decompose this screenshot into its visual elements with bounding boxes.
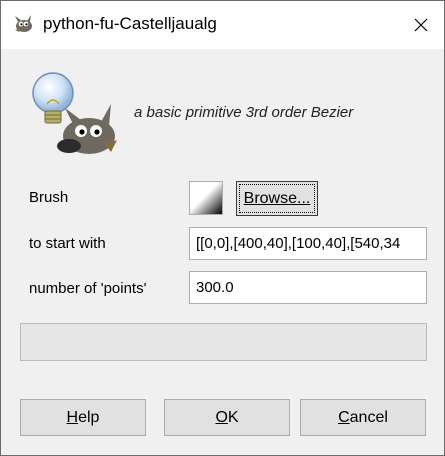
plugin-description: a basic primitive 3rd order Bezier [134, 104, 354, 121]
help-label-rest: elp [78, 408, 100, 426]
browse-button[interactable]: Browse... [236, 181, 318, 216]
points-input[interactable]: 300.0 [189, 271, 427, 304]
ok-button[interactable]: OK [164, 399, 290, 436]
points-label: number of 'points' [29, 280, 147, 297]
progress-bar [20, 323, 427, 361]
brush-preview[interactable] [189, 181, 223, 215]
cancel-mnemonic: C [338, 408, 350, 426]
gimp-lightbulb-wilber-icon [32, 72, 117, 154]
help-button[interactable]: Help [20, 399, 146, 436]
close-button[interactable] [398, 1, 444, 49]
cancel-button[interactable]: Cancel [300, 399, 426, 436]
start-label: to start with [29, 235, 106, 252]
browse-button-label: Browse... [243, 189, 311, 207]
title-bar[interactable]: python-fu-Castelljaualg [1, 1, 444, 49]
brush-label: Brush [29, 189, 69, 206]
gimp-wilber-icon [15, 15, 32, 32]
help-mnemonic: H [66, 408, 79, 426]
window-title: python-fu-Castelljaualg [43, 14, 217, 33]
close-icon [414, 18, 428, 32]
cancel-label-rest: ancel [349, 408, 388, 426]
ok-mnemonic: O [215, 408, 228, 426]
ok-label-rest: K [227, 408, 239, 426]
dialog-window: python-fu-Castelljaualg a basic primitiv… [0, 0, 445, 456]
start-input[interactable]: [[0,0],[400,40],[100,40],[540,34 [189, 227, 427, 260]
